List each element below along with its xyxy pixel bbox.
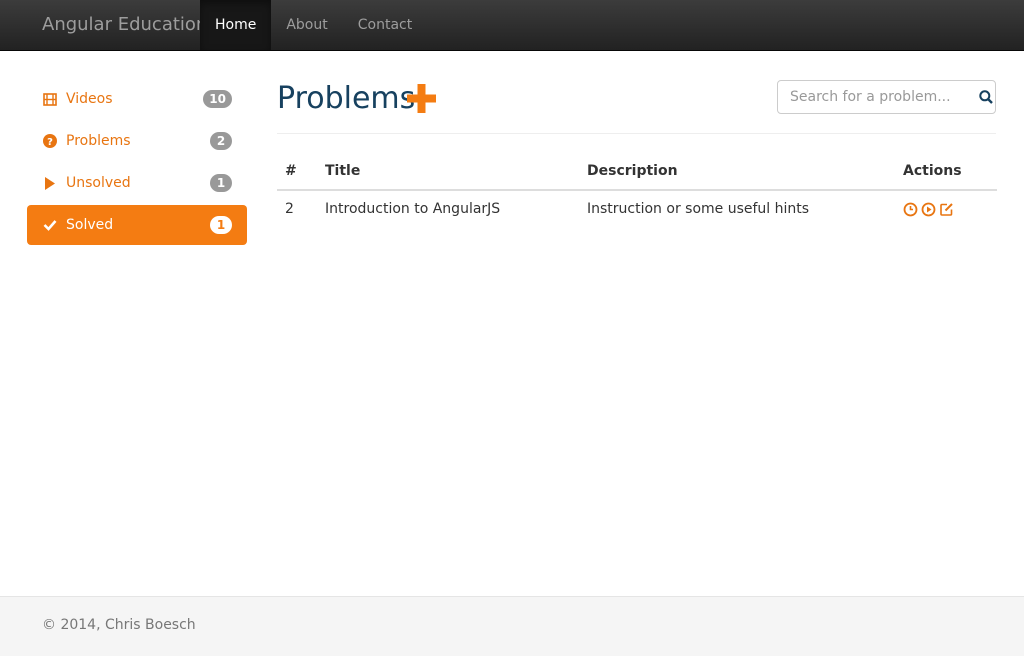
sidebar-item-label: Solved — [66, 217, 114, 233]
play-circle-icon[interactable] — [921, 202, 936, 217]
film-icon — [42, 91, 58, 107]
table-row: 2 Introduction to AngularJS Instruction … — [277, 190, 997, 227]
table-header-row: # Title Description Actions — [277, 153, 997, 191]
plus-icon[interactable] — [407, 84, 436, 117]
footer: © 2014, Chris Boesch — [0, 596, 1024, 656]
sidebar-item-problems[interactable]: ? Problems 2 — [27, 121, 247, 161]
search-button[interactable] — [976, 81, 995, 113]
row-num: 2 — [285, 201, 294, 217]
sidebar-item-unsolved[interactable]: Unsolved 1 — [27, 163, 247, 203]
search-box — [777, 80, 996, 114]
search-input[interactable] — [778, 81, 976, 113]
header-description: Description — [579, 153, 895, 191]
nav-item-about[interactable]: About — [271, 0, 342, 50]
row-description: Instruction or some useful hints — [587, 201, 810, 217]
page-title: Problems — [277, 81, 416, 116]
clock-icon[interactable] — [903, 202, 918, 217]
header-num: # — [277, 153, 317, 191]
count-badge: 1 — [210, 216, 232, 234]
header-title: Title — [317, 153, 579, 191]
sidebar-item-label: Videos — [66, 91, 113, 107]
sidebar-item-videos[interactable]: Videos 10 — [27, 79, 247, 119]
count-badge: 10 — [203, 90, 232, 108]
count-badge: 1 — [210, 174, 232, 192]
play-icon — [42, 175, 58, 191]
nav-item-home[interactable]: Home — [200, 0, 272, 50]
footer-copyright: © 2014, Chris Boesch — [42, 617, 196, 633]
page-header: Problems — [277, 79, 996, 134]
sidebar-item-label: Unsolved — [66, 175, 131, 191]
question-circle-icon: ? — [42, 133, 58, 149]
row-title: Introduction to AngularJS — [325, 201, 501, 217]
header-actions: Actions — [895, 153, 997, 191]
search-icon — [978, 90, 993, 104]
edit-icon[interactable] — [939, 202, 954, 217]
row-actions — [895, 190, 997, 227]
sidebar-item-label: Problems — [66, 133, 131, 149]
sidebar-item-solved[interactable]: Solved 1 — [27, 205, 247, 245]
brand-link[interactable]: Angular Education — [42, 0, 207, 50]
svg-text:?: ? — [47, 137, 53, 148]
nav-item-contact[interactable]: Contact — [343, 0, 427, 50]
count-badge: 2 — [210, 132, 232, 150]
nav-menu: Home About Contact — [200, 0, 427, 50]
problems-table: # Title Description Actions 2 Introducti… — [277, 153, 997, 227]
sidebar: Videos 10 ? Problems 2 Unsolved 1 Solved… — [27, 79, 247, 247]
check-icon — [42, 217, 58, 233]
navbar: Angular Education Home About Contact — [0, 0, 1024, 51]
